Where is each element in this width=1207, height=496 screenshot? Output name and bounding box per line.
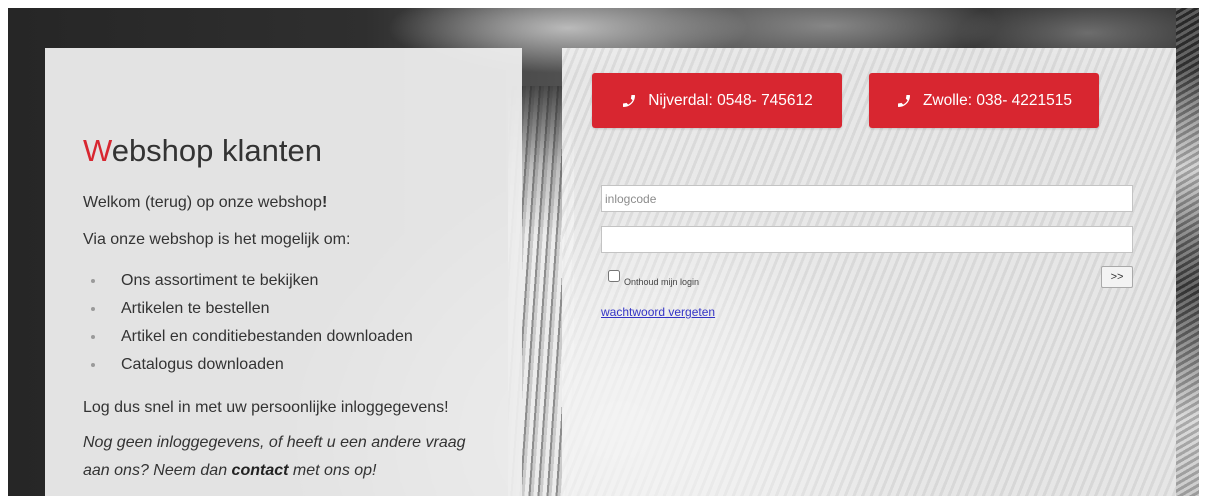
feature-list-item: Artikel en conditiebestanden downloaden [45,323,522,351]
feature-text: Ons assortiment te bekijken [121,272,319,289]
welcome-exclamation: ! [321,194,328,211]
call-zwolle-button[interactable]: Zwolle: 038- 4221515 [869,73,1099,128]
feature-list-item: Ons assortiment te bekijken [45,267,522,295]
forgot-password-link[interactable]: wachtwoord vergeten [601,304,715,320]
contact-note: Nog geen inloggegevens, of heeft u een a… [83,429,466,485]
bullet-icon [91,307,95,311]
call-nijverdal-label: Nijverdal: 0548- 745612 [648,91,813,109]
phone-icon [896,93,912,109]
bullet-icon [91,279,95,283]
feature-list-item: Artikelen te bestellen [45,295,522,323]
contact-note-text-before: aan ons? Neem dan [83,462,232,479]
bullet-icon [91,335,95,339]
feature-text: Catalogus downloaden [121,356,284,373]
remember-checkbox[interactable] [608,270,620,282]
password-input[interactable] [601,226,1133,253]
feature-text: Artikelen te bestellen [121,300,270,317]
bullet-icon [91,363,95,367]
contact-note-line-2: aan ons? Neem dan contact met ons op! [83,457,466,485]
welcome-text: Welkom (terug) op onze webshop! [83,193,327,213]
contact-note-text-after: met ons op! [288,462,377,479]
call-zwolle-label: Zwolle: 038- 4221515 [922,91,1073,109]
title-initial: W [83,133,112,168]
contact-link[interactable]: contact [232,462,289,479]
intro-text: Via onze webshop is het mogelijk om: [83,231,351,248]
welcome-message: Welkom (terug) op onze webshop [83,194,322,211]
contact-note-line-1: Nog geen inloggegevens, of heeft u een a… [83,434,466,451]
page-title: Webshop klanten [83,133,322,169]
call-nijverdal-button[interactable]: Nijverdal: 0548- 745612 [592,73,842,128]
info-panel: Webshop klanten Welkom (terug) op onze w… [45,48,522,496]
background-pipes-right [1176,8,1199,496]
feature-list-item: Catalogus downloaden [45,351,522,379]
login-code-input[interactable] [601,185,1133,212]
phone-icon [621,93,637,109]
call-to-action-text: Log dus snel in met uw persoonlijke inlo… [83,399,449,416]
feature-text: Artikel en conditiebestanden downloaden [121,328,413,345]
remember-label[interactable]: Onthoud mijn login [624,276,699,288]
feature-list: Ons assortiment te bekijken Artikelen te… [45,267,522,379]
title-rest: ebshop klanten [111,133,322,168]
login-panel: Nijverdal: 0548- 745612 Zwolle: 038- 422… [562,48,1176,496]
login-submit-button[interactable]: >> [1101,266,1133,288]
